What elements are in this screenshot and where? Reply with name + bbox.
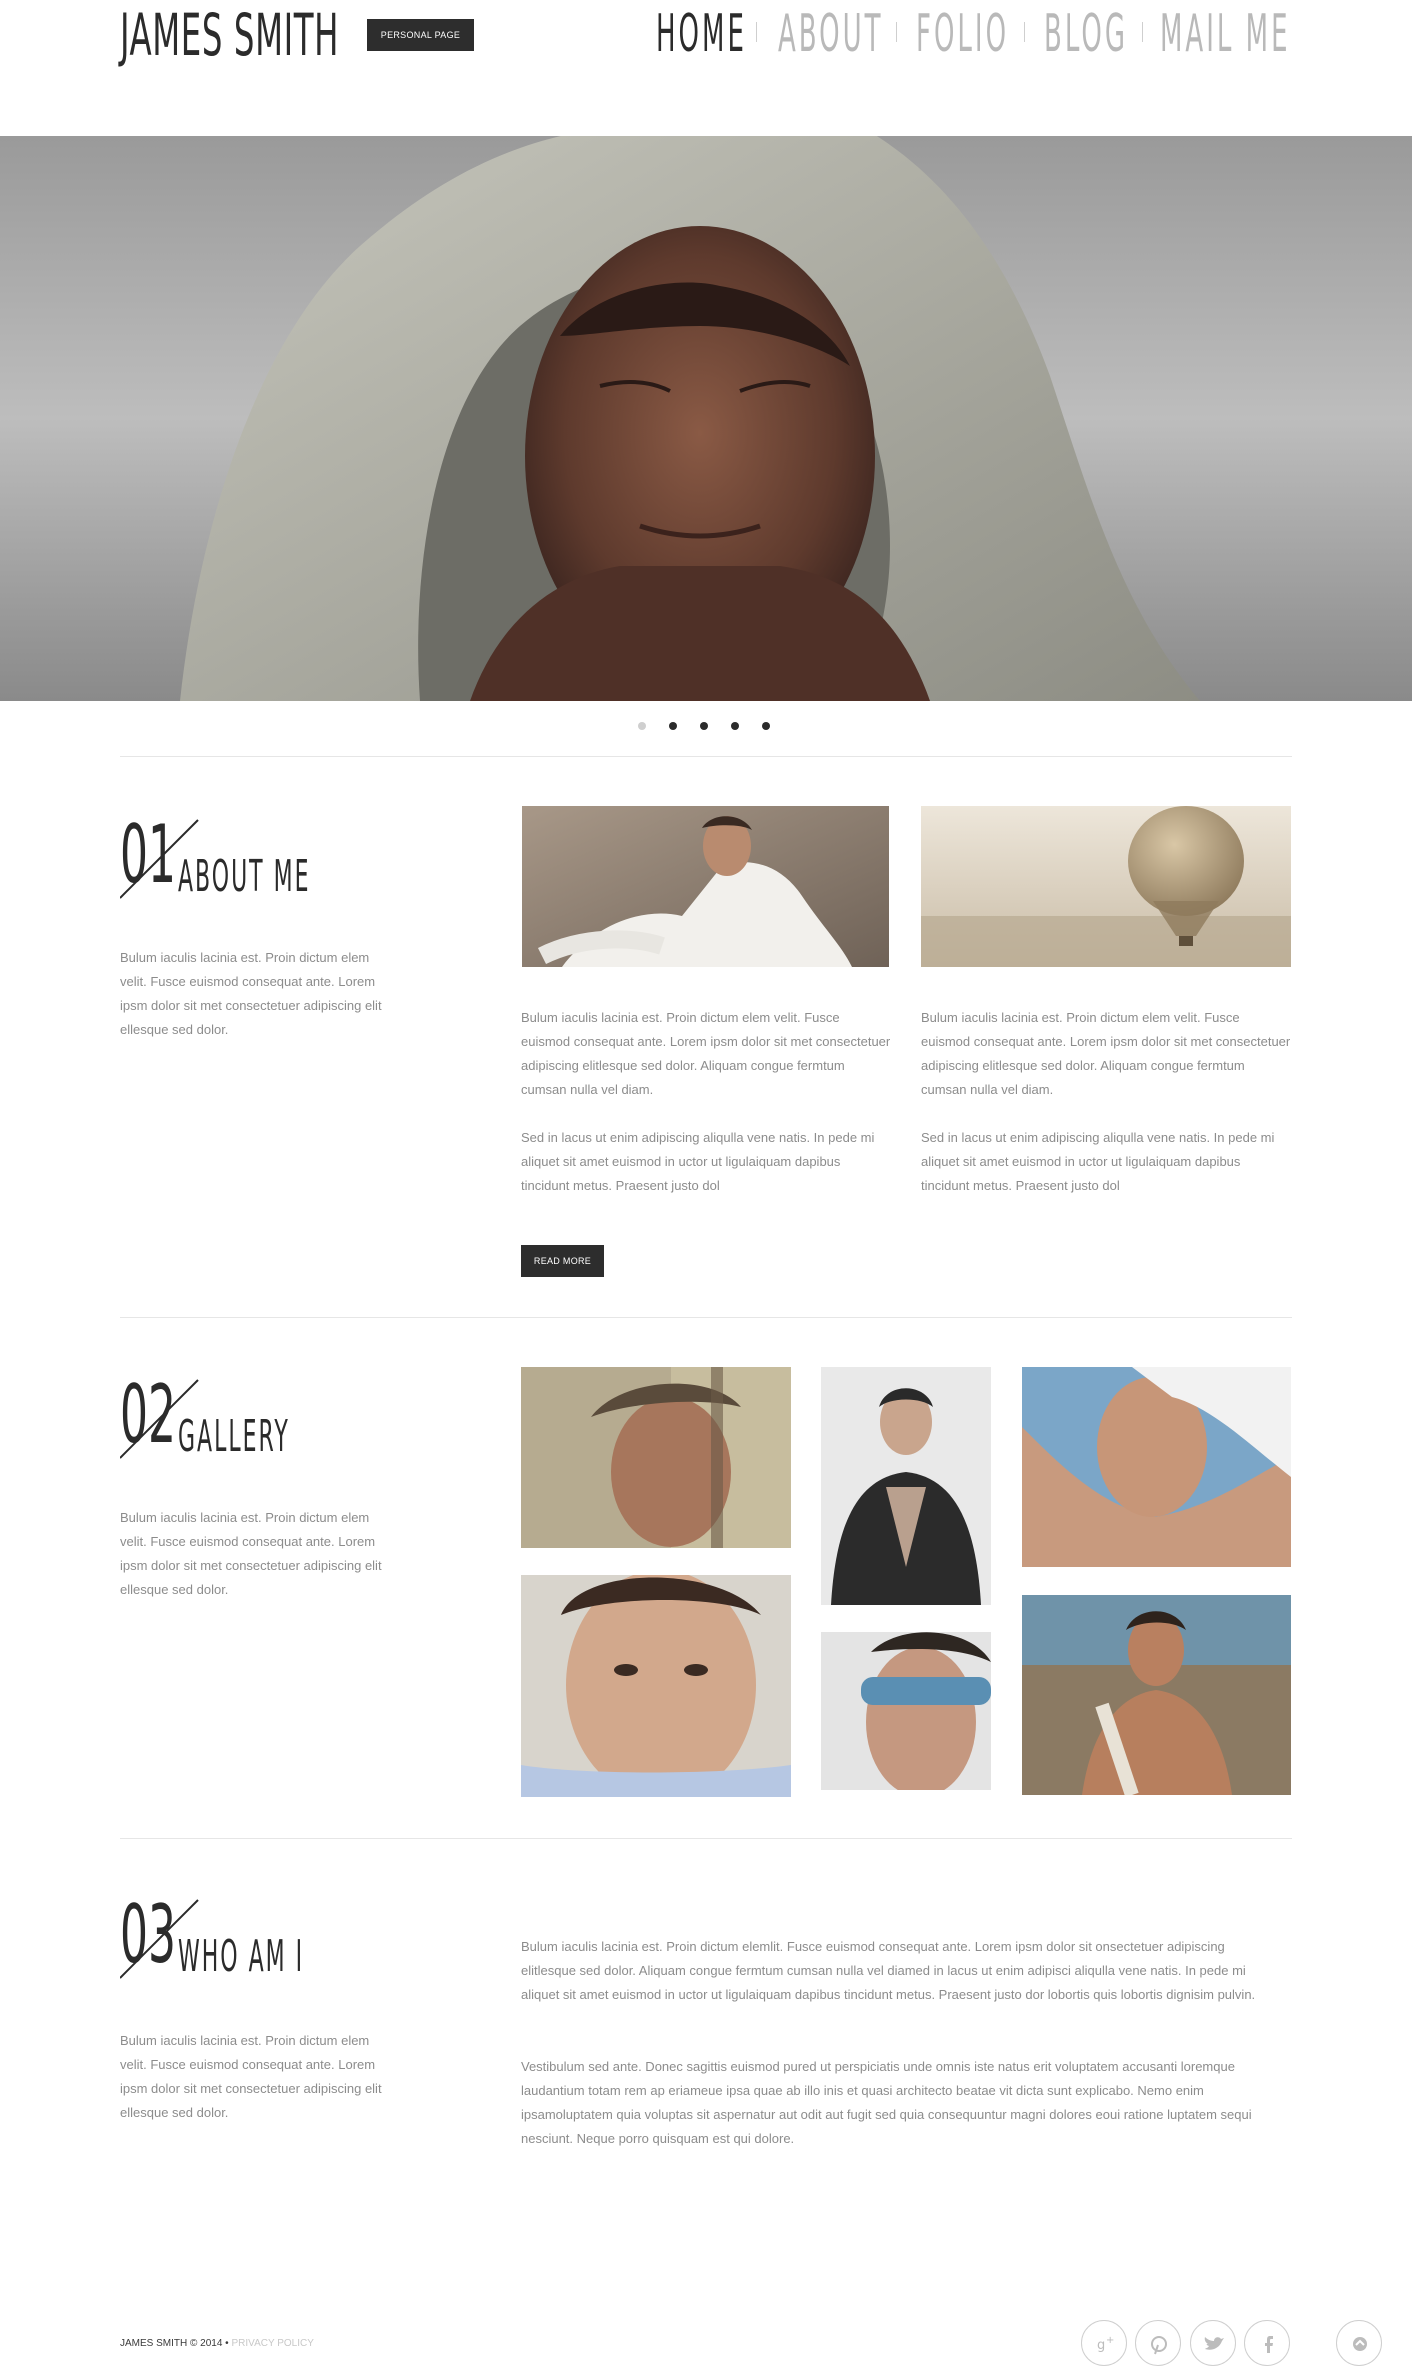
gallery-intro-text: Bulum iaculis lacinia est. Proin dictum …: [120, 1510, 382, 1597]
slider-pagination: [638, 722, 778, 734]
google-plus-icon: g +: [1097, 2335, 1114, 2353]
scroll-top-icon: [1353, 2337, 1367, 2351]
slider-dot-3[interactable]: [700, 722, 708, 730]
facebook-icon: [1265, 2336, 1273, 2353]
who-paragraph-1: Bulum iaculis lacinia est. Proin dictum …: [521, 1939, 1256, 2002]
nav-home[interactable]: HOME: [656, 4, 747, 64]
twitter-icon: [1204, 2337, 1224, 2350]
google-plus-button[interactable]: g +: [1081, 2320, 1127, 2366]
nav-divider: [1142, 22, 1143, 42]
nav-folio[interactable]: FOLIO: [916, 4, 1009, 64]
nav-divider: [896, 22, 897, 42]
twitter-button[interactable]: [1190, 2320, 1236, 2366]
section-divider: [120, 756, 1292, 757]
nav-divider: [756, 22, 757, 42]
section-number-text: 02: [120, 1369, 176, 1462]
who-intro-text: Bulum iaculis lacinia est. Proin dictum …: [120, 2033, 382, 2120]
hero-photo: [0, 136, 1412, 701]
personal-page-badge[interactable]: PERSONAL PAGE: [367, 19, 474, 51]
site-logo[interactable]: JAMES SMITH: [120, 4, 339, 66]
section-number-text: 01: [120, 809, 176, 902]
main-nav: HOME ABOUT FOLIO BLOG MAIL ME: [656, 4, 1292, 64]
copyright-text: JAMES SMITH © 2014 •: [120, 2338, 229, 2349]
nav-about[interactable]: ABOUT: [778, 4, 884, 64]
facebook-button[interactable]: [1244, 2320, 1290, 2366]
slider-dot-4[interactable]: [731, 722, 739, 730]
gallery-photo-2[interactable]: [821, 1367, 991, 1605]
about-photo-man: [522, 806, 889, 967]
nav-blog[interactable]: BLOG: [1044, 4, 1128, 64]
section-number-text: 03: [120, 1889, 176, 1982]
about-intro-text: Bulum iaculis lacinia est. Proin dictum …: [120, 950, 382, 1037]
pinterest-icon: [1151, 2336, 1167, 2355]
footer-copyright: JAMES SMITH © 2014 • PRIVACY POLICY: [120, 2338, 314, 2349]
svg-text:g: g: [1097, 2338, 1105, 2353]
gallery-photo-1[interactable]: [521, 1367, 791, 1548]
pinterest-button[interactable]: [1135, 2320, 1181, 2366]
read-more-button[interactable]: READ MORE: [521, 1245, 604, 1277]
slider-dot-2[interactable]: [669, 722, 677, 730]
section-title-about: ABOUT ME: [178, 851, 311, 902]
gallery-photo-4[interactable]: [521, 1575, 791, 1797]
who-paragraph-2: Vestibulum sed ante. Donec sagittis euis…: [521, 2059, 1252, 2146]
privacy-policy-link[interactable]: PRIVACY POLICY: [231, 2338, 313, 2349]
about-col1-paragraph-1: Bulum iaculis lacinia est. Proin dictum …: [521, 1010, 891, 1097]
section-divider: [120, 1838, 1292, 1839]
section-title-who: WHO AM I: [178, 1931, 305, 1982]
about-col1-paragraph-2: Sed in lacus ut enim adipiscing aliqulla…: [521, 1130, 875, 1193]
about-col2-paragraph-1: Bulum iaculis lacinia est. Proin dictum …: [921, 1010, 1291, 1097]
slider-dot-1[interactable]: [638, 722, 646, 730]
section-title-gallery: GALLERY: [178, 1411, 290, 1462]
gallery-photo-3[interactable]: [1022, 1367, 1291, 1567]
svg-text:+: +: [1106, 2335, 1114, 2346]
gallery-photo-6[interactable]: [1022, 1595, 1291, 1795]
gallery-photo-5[interactable]: [821, 1632, 991, 1790]
about-col2-paragraph-2: Sed in lacus ut enim adipiscing aliqulla…: [921, 1130, 1275, 1193]
section-divider: [120, 1317, 1292, 1318]
nav-divider: [1024, 22, 1025, 42]
scroll-to-top-button[interactable]: [1336, 2320, 1382, 2366]
hero-slide-image: [0, 136, 1412, 701]
about-photo-balloon: [921, 806, 1291, 967]
nav-mail-me[interactable]: MAIL ME: [1160, 4, 1291, 64]
slider-dot-5[interactable]: [762, 722, 770, 730]
